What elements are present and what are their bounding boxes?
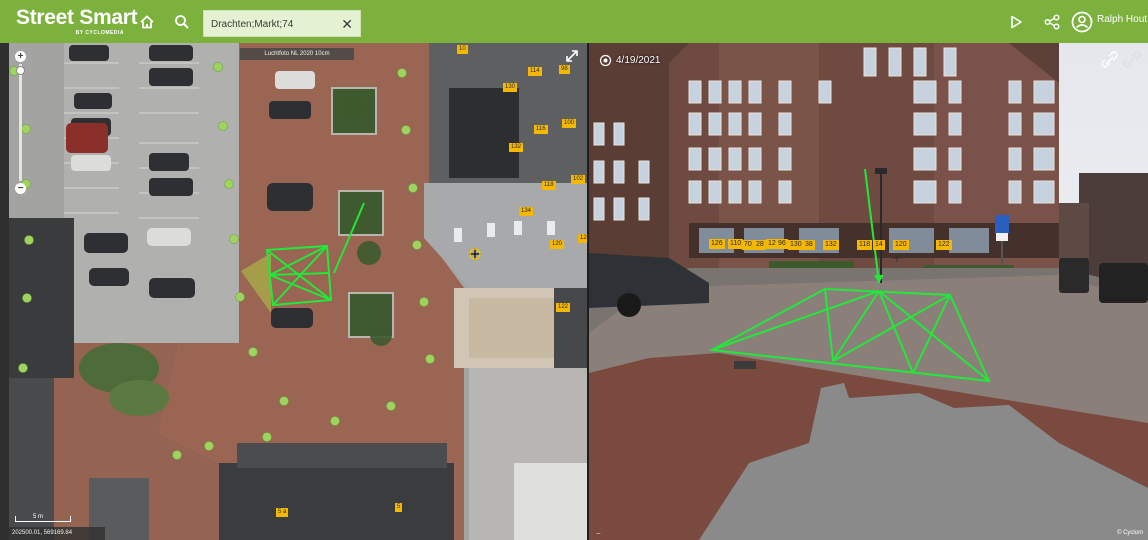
address-tag: 70	[742, 240, 754, 250]
left-edge	[0, 43, 9, 540]
address-tag: 120	[550, 240, 565, 249]
address-tag: 132	[823, 240, 839, 250]
play-icon[interactable]	[1007, 13, 1025, 31]
address-tag: 14	[873, 240, 885, 250]
address-tag: 126	[709, 239, 725, 249]
address-tag: 134	[519, 207, 534, 216]
address-tag: 118	[857, 240, 873, 250]
zoom-slider-handle[interactable]	[16, 66, 25, 75]
zoom-out-button[interactable]: −	[15, 183, 26, 194]
pano-zoom-out[interactable]: −	[596, 529, 601, 538]
address-tag: 100	[562, 119, 577, 128]
user-icon[interactable]	[1071, 11, 1093, 33]
search-icon[interactable]	[173, 13, 191, 31]
copyright-text: © Cyclom	[1117, 530, 1144, 536]
address-tag: 98	[559, 65, 570, 74]
address-tag: 102	[571, 175, 586, 184]
panorama-viewer[interactable]: 4/19/2021 126 110 70 28 12 96 130 38 132…	[589, 43, 1148, 540]
recording-date: 4/19/2021	[616, 55, 661, 66]
zoom-track[interactable]	[19, 64, 22, 181]
expand-icon[interactable]	[565, 49, 579, 63]
pano-tools	[1101, 51, 1141, 68]
address-tag: 5	[395, 503, 403, 512]
address-tag: 5 a	[276, 508, 289, 517]
share-icon[interactable]	[1043, 13, 1061, 31]
search-value: Drachten;Markt;74	[211, 19, 294, 30]
map-viewer[interactable]: Luchtfoto NL 2020 10cm + − 10 114 98 130…	[9, 43, 587, 540]
street-smart-app: Street Smart BY CYCLOMEDIA Drachten;Mark…	[0, 0, 1148, 540]
address-tag: 130	[788, 240, 804, 250]
address-tag: 122	[936, 240, 952, 250]
user-name[interactable]: Ralph Hout	[1097, 14, 1147, 25]
address-tag: 130	[503, 83, 518, 92]
coordinate-readout: 202500.01, 569169.84	[9, 527, 105, 540]
address-tag: 118	[542, 181, 556, 190]
map-layer-title: Luchtfoto NL 2020 10cm	[240, 48, 354, 60]
address-tag: 10	[457, 45, 468, 54]
address-tag: 122	[556, 303, 571, 312]
address-tag: 28	[754, 240, 766, 250]
brand-name: Street Smart	[16, 6, 138, 29]
address-tag: 116	[534, 125, 548, 134]
clear-search-button[interactable]: ✕	[341, 17, 353, 31]
unlink-icon[interactable]	[1123, 51, 1141, 68]
link-icon[interactable]	[1101, 51, 1118, 68]
zoom-in-button[interactable]: +	[15, 51, 26, 62]
aerial-photo	[9, 43, 587, 540]
search-input[interactable]: Drachten;Markt;74 ✕	[203, 10, 361, 37]
brand-subtitle: BY CYCLOMEDIA	[75, 30, 124, 36]
zoom-control: + −	[11, 51, 31, 197]
address-tag: 12	[578, 234, 587, 243]
address-tag: 132	[509, 143, 524, 152]
address-tag: 120	[893, 240, 909, 250]
top-bar: Street Smart BY CYCLOMEDIA Drachten;Mark…	[0, 0, 1148, 43]
address-tag: 114	[528, 67, 542, 76]
home-icon[interactable]	[138, 13, 156, 31]
brand-logo: Street Smart BY CYCLOMEDIA	[16, 6, 138, 38]
camera-icon	[599, 54, 612, 67]
scale-label: 5 m	[33, 514, 44, 520]
street-panorama	[589, 43, 1148, 540]
address-tag: 110	[728, 239, 744, 249]
address-tag: 96	[776, 239, 788, 249]
address-tag: 38	[803, 240, 815, 250]
